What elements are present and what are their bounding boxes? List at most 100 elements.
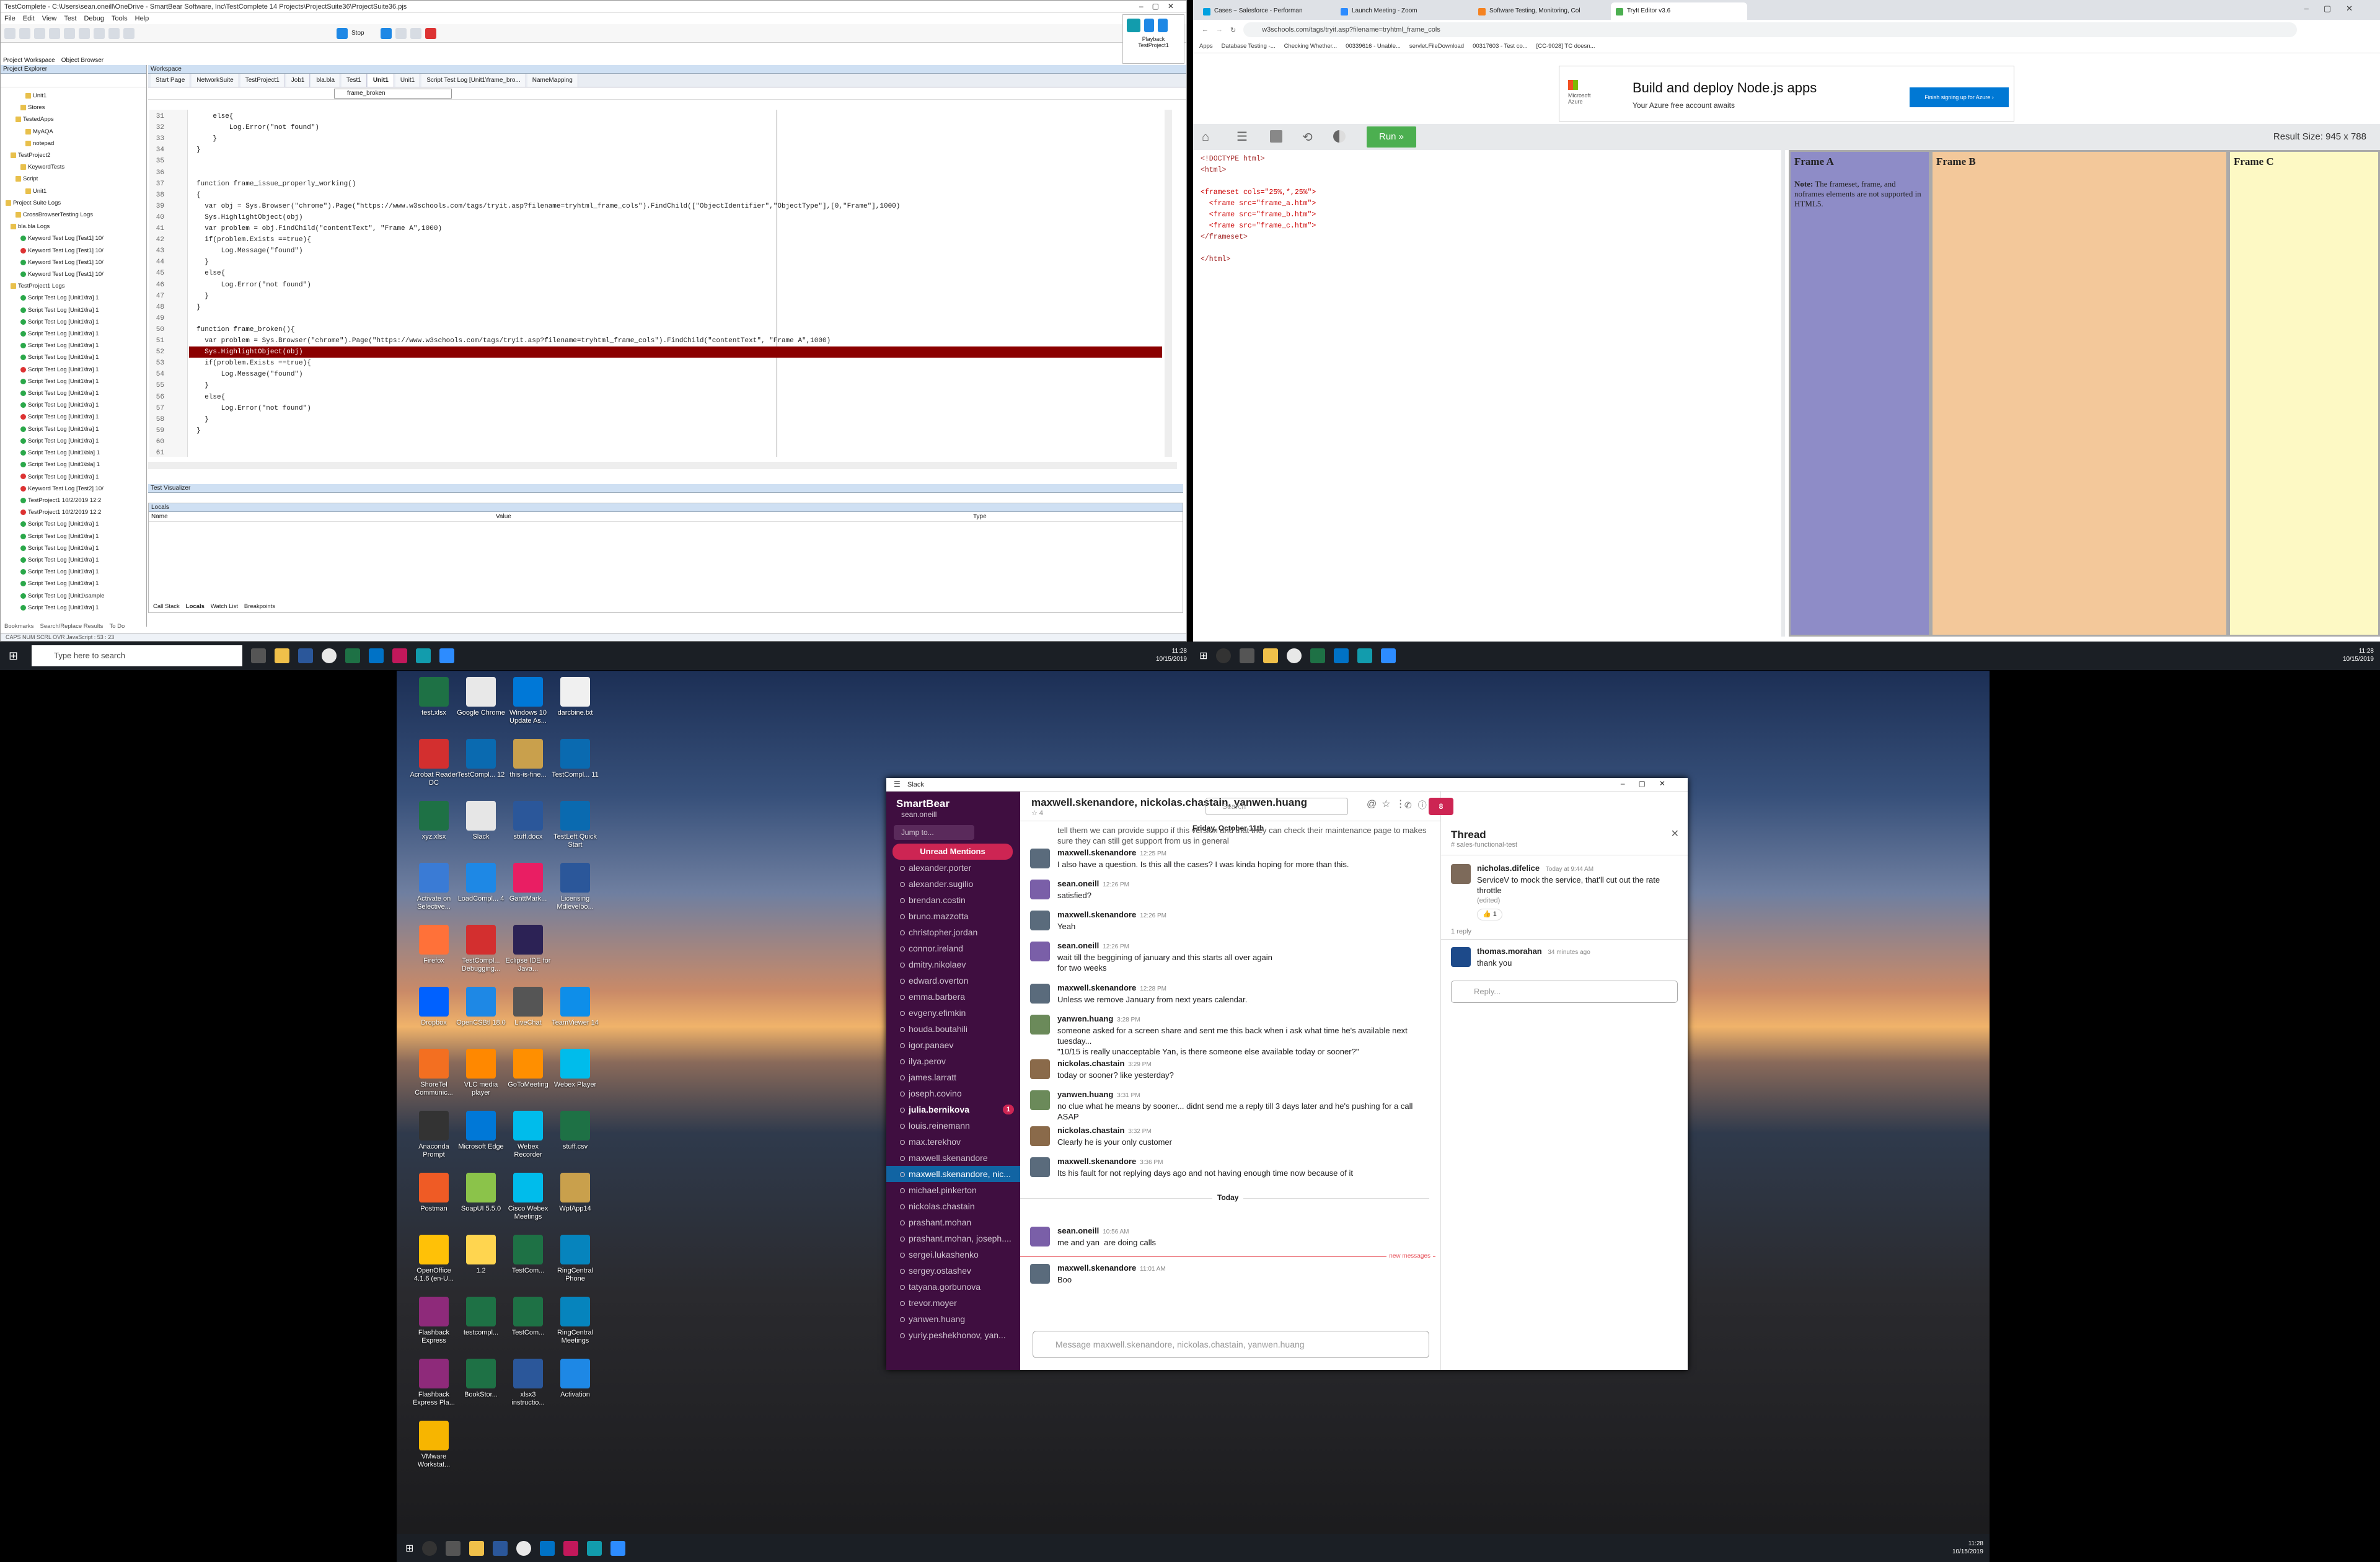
desktop-icon[interactable]: darcbine.txt <box>550 677 600 717</box>
chrome-icon[interactable] <box>516 1540 532 1556</box>
stop-button-label[interactable]: Stop <box>351 30 364 37</box>
theme-icon[interactable] <box>1333 130 1346 143</box>
explorer-icon[interactable] <box>469 1540 485 1556</box>
dm-item[interactable]: trevor.moyer <box>886 1295 1020 1311</box>
tree-node[interactable]: Script Test Log [Unit1\fra] 1 <box>1 364 146 376</box>
desktop-icon[interactable]: OpenCSBtl 18.0 <box>456 987 506 1027</box>
step-icon[interactable] <box>395 27 407 39</box>
desktop-icon[interactable]: TestLeft Quick Start <box>550 801 600 849</box>
editor-tab[interactable]: NetworkSuite <box>192 74 239 87</box>
desktop-icon[interactable]: testcompl... <box>456 1297 506 1337</box>
workspace-name[interactable]: SmartBear <box>886 792 1020 810</box>
chrome-icon[interactable] <box>322 648 337 663</box>
editor-tab[interactable]: NameMapping <box>527 74 578 87</box>
dm-item[interactable]: james.larratt <box>886 1069 1020 1085</box>
desktop-icon[interactable]: LoadCompl... 4 <box>456 863 506 903</box>
highlight-icon[interactable] <box>425 27 436 39</box>
tab-object-browser[interactable]: Object Browser <box>61 57 104 64</box>
tab-watch-list[interactable]: Watch List <box>211 603 238 610</box>
tree-node[interactable]: Script <box>1 173 146 185</box>
desktop-icon[interactable]: TestCompl... 11 <box>550 739 600 779</box>
tab-bookmarks[interactable]: Bookmarks <box>4 623 34 630</box>
avatar[interactable] <box>1030 984 1050 1004</box>
menu-test[interactable]: Test <box>64 13 76 24</box>
dm-item[interactable]: yanwen.huang <box>886 1311 1020 1327</box>
member-count[interactable]: 4 <box>1039 810 1043 817</box>
slack-window-controls[interactable]: –▢✕ <box>1621 779 1679 788</box>
browser-tab[interactable]: TryIt Editor v3.6 <box>1611 2 1747 20</box>
message-composer[interactable]: Message maxwell.skenandore, nickolas.cha… <box>1033 1331 1429 1358</box>
message-author[interactable]: maxwell.skenandore <box>1057 983 1136 992</box>
reaction[interactable]: 👍 1 <box>1477 909 1502 920</box>
tab-project-workspace[interactable]: Project Workspace <box>3 57 55 64</box>
tree-node[interactable]: Script Test Log [Unit1\fra] 1 <box>1 602 146 614</box>
desktop-icon[interactable]: OpenOffice 4.1.6 (en-U... <box>409 1235 459 1283</box>
tree-node[interactable]: Script Test Log [Unit1\fra] 1 <box>1 328 146 340</box>
windows-start-icon[interactable]: ⊞ <box>9 650 18 663</box>
dm-item[interactable]: maxwell.skenandore <box>886 1150 1020 1166</box>
playback-icon[interactable] <box>1127 19 1140 32</box>
desktop-icon[interactable]: TeamViewer 14 <box>550 987 600 1027</box>
home-icon[interactable]: ⌂ <box>1202 130 1209 144</box>
desktop-icon[interactable]: Activation <box>550 1359 600 1399</box>
reply-input[interactable]: Reply... <box>1451 981 1678 1003</box>
avatar[interactable] <box>1030 1126 1050 1146</box>
cortana-icon[interactable] <box>422 1540 438 1556</box>
record-icon[interactable] <box>94 27 105 39</box>
html-source-editor[interactable]: <!DOCTYPE html> <html> <frameset cols="25%… <box>1193 150 1785 637</box>
dm-item[interactable]: louis.reinemann <box>886 1118 1020 1134</box>
tree-node[interactable]: Script Test Log [Unit1\fra] 1 <box>1 531 146 542</box>
avatar[interactable] <box>1451 947 1471 967</box>
save-icon[interactable] <box>1270 130 1282 143</box>
tree-node[interactable]: Script Test Log [Unit1\fra] 1 <box>1 518 146 530</box>
message-author[interactable]: sean.oneill <box>1057 1226 1099 1235</box>
tree-node[interactable]: Keyword Test Log [Test1] 10/ <box>1 257 146 268</box>
message-author[interactable]: yanwen.huang <box>1057 1090 1113 1099</box>
dm-item[interactable]: alexander.porter <box>886 860 1020 876</box>
tree-node[interactable]: Script Test Log [Unit1\fra] 1 <box>1 376 146 387</box>
outlook-icon[interactable] <box>540 1540 555 1556</box>
desktop-icon[interactable]: BookStor... <box>456 1359 506 1399</box>
taskbar-clock[interactable]: 11:28 10/15/2019 <box>2343 647 2374 663</box>
code-editor[interactable]: 31 else{32 Log.Error("not found") 33 } 34}… <box>149 110 1172 457</box>
desktop-icon[interactable]: Firefox <box>409 925 459 965</box>
open-icon[interactable] <box>19 27 30 39</box>
dm-item[interactable]: nickolas.chastain <box>886 1198 1020 1214</box>
browser-tab[interactable]: Software Testing, Monitoring, Col <box>1473 2 1610 20</box>
tree-node[interactable]: Script Test Log [Unit1\fra] 1 <box>1 578 146 589</box>
tree-node[interactable]: Script Test Log [Unit1\fra] 1 <box>1 411 146 423</box>
desktop-icon[interactable]: this-is-fine... <box>503 739 553 779</box>
tree-node[interactable]: notepad <box>1 138 146 149</box>
desktop-icon[interactable]: ShoreTel Communic... <box>409 1049 459 1097</box>
tree-node[interactable]: Project Suite Logs <box>1 197 146 209</box>
desktop-icon[interactable]: VLC media player <box>456 1049 506 1097</box>
mentions-icon[interactable]: @☆⋮ <box>1367 798 1411 810</box>
rotate-icon[interactable]: ⟲ <box>1302 130 1313 145</box>
forward-icon[interactable]: → <box>1216 26 1223 33</box>
explorer-icon[interactable] <box>1263 648 1279 663</box>
tree-node[interactable]: Script Test Log [Unit1\fra] 1 <box>1 399 146 411</box>
desktop-icon[interactable]: Webex Recorder <box>503 1111 553 1159</box>
tree-node[interactable]: Script Test Log [Unit1\fra] 1 <box>1 316 146 328</box>
editor-tab[interactable]: Script Test Log [Unit1\frame_bro... <box>421 74 526 87</box>
desktop-icon[interactable]: TestCompl... 12 <box>456 739 506 779</box>
dm-item[interactable]: alexander.sugilio <box>886 876 1020 892</box>
windows-start-icon[interactable]: ⊞ <box>405 1542 413 1555</box>
message-author[interactable]: sean.oneill <box>1057 879 1099 888</box>
message-author[interactable]: maxwell.skenandore <box>1057 910 1136 919</box>
tree-node[interactable]: Script Test Log [Unit1\fra] 1 <box>1 435 146 447</box>
desktop-icon[interactable]: TestCompl... Debugging... <box>456 925 506 973</box>
outlook-icon[interactable] <box>1334 648 1349 663</box>
tree-node[interactable]: Unit1 <box>1 185 146 197</box>
avatar[interactable] <box>1030 1059 1050 1079</box>
tree-node[interactable]: Keyword Test Log [Test1] 10/ <box>1 245 146 257</box>
dm-item[interactable]: maxwell.skenandore, nic... <box>886 1166 1020 1182</box>
task-view-icon[interactable] <box>251 648 267 663</box>
desktop-icon[interactable]: Google Chrome <box>456 677 506 717</box>
tree-node[interactable]: Unit1 <box>1 90 146 102</box>
pause-playback-icon[interactable] <box>1144 19 1154 32</box>
bookmark[interactable]: 00317603 - Test co... <box>1473 43 1528 50</box>
desktop-icon[interactable]: Flashback Express <box>409 1297 459 1345</box>
explorer-icon[interactable] <box>275 648 290 663</box>
desktop-icon[interactable]: TestCom... <box>503 1297 553 1337</box>
